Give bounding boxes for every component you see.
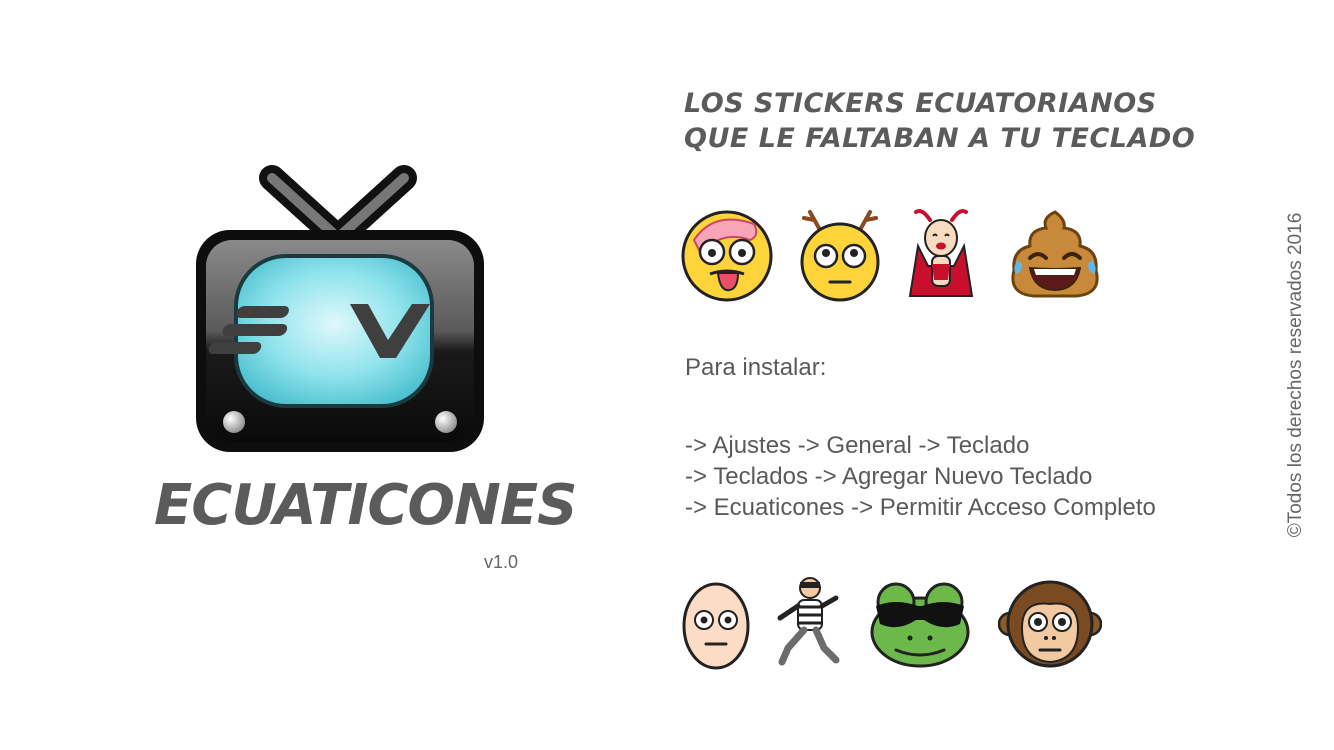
tv-icon <box>196 165 484 452</box>
install-step: -> Ecuaticones -> Permitir Acceso Comple… <box>685 494 1156 521</box>
install-step: -> Ajustes -> General -> Teclado <box>685 432 1030 459</box>
egg-face-sticker-icon <box>682 582 750 670</box>
install-steps: -> Ajustes -> General -> Teclado -> Tecl… <box>685 430 1156 523</box>
frog-sunglasses-sticker-icon <box>870 582 970 668</box>
flushed-tongue-sticker-icon <box>681 210 773 302</box>
headline-line-2: QUE LE FALTABAN A TU TECLADO <box>684 123 1196 154</box>
sticker-row-top <box>680 206 1104 302</box>
thief-running-sticker-icon <box>777 577 840 666</box>
reindeer-sticker-icon <box>800 210 880 302</box>
laughing-poop-sticker-icon <box>1011 210 1099 298</box>
install-title: Para instalar: <box>685 354 827 381</box>
app-logo-block: ECUATICONES v1.0 <box>150 160 577 580</box>
app-version: v1.0 <box>483 552 518 572</box>
copyright-notice: ©Todos los derechos reservados 2016 <box>1285 212 1306 538</box>
monkey-sticker-icon <box>998 580 1102 668</box>
headline-line-1: LOS STICKERS ECUATORIANOS <box>684 88 1157 119</box>
sticker-row-bottom <box>680 574 1102 670</box>
devil-girl-sticker-icon <box>908 209 974 297</box>
install-step: -> Teclados -> Agregar Nuevo Teclado <box>685 463 1093 490</box>
headline: LOS STICKERS ECUATORIANOS QUE LE FALTABA… <box>684 86 1224 156</box>
app-title: ECUATICONES <box>154 473 577 538</box>
